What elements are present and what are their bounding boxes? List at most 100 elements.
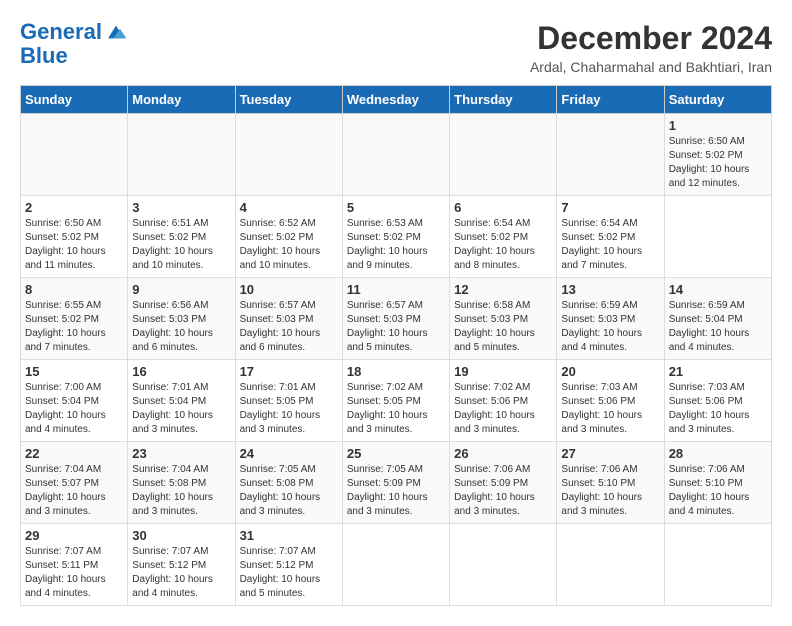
calendar-day-cell: 25 Sunrise: 7:05 AMSunset: 5:09 PMDaylig… <box>342 442 449 524</box>
calendar-day-cell: 27 Sunrise: 7:06 AMSunset: 5:10 PMDaylig… <box>557 442 664 524</box>
day-info: Sunrise: 6:54 AMSunset: 5:02 PMDaylight:… <box>454 217 552 273</box>
calendar-day-cell: 2 Sunrise: 6:50 AMSunset: 5:02 PMDayligh… <box>21 196 128 278</box>
day-info: Sunrise: 7:06 AMSunset: 5:10 PMDaylight:… <box>561 463 659 519</box>
day-info: Sunrise: 6:59 AMSunset: 5:04 PMDaylight:… <box>669 299 767 355</box>
calendar-day-cell: 24 Sunrise: 7:05 AMSunset: 5:08 PMDaylig… <box>235 442 342 524</box>
day-number: 22 <box>25 446 123 461</box>
calendar-header-row: SundayMondayTuesdayWednesdayThursdayFrid… <box>21 86 772 114</box>
calendar-week-row: 1 Sunrise: 6:50 AMSunset: 5:02 PMDayligh… <box>21 114 772 196</box>
logo: General Blue <box>20 20 128 68</box>
day-number: 9 <box>132 282 230 297</box>
calendar-week-row: 29 Sunrise: 7:07 AMSunset: 5:11 PMDaylig… <box>21 524 772 606</box>
day-info: Sunrise: 6:58 AMSunset: 5:03 PMDaylight:… <box>454 299 552 355</box>
day-number: 4 <box>240 200 338 215</box>
calendar-day-cell: 9 Sunrise: 6:56 AMSunset: 5:03 PMDayligh… <box>128 278 235 360</box>
day-info: Sunrise: 7:02 AMSunset: 5:05 PMDaylight:… <box>347 381 445 437</box>
day-info: Sunrise: 7:03 AMSunset: 5:06 PMDaylight:… <box>669 381 767 437</box>
day-number: 11 <box>347 282 445 297</box>
day-number: 2 <box>25 200 123 215</box>
calendar-day-cell: 13 Sunrise: 6:59 AMSunset: 5:03 PMDaylig… <box>557 278 664 360</box>
day-number: 14 <box>669 282 767 297</box>
day-info: Sunrise: 7:07 AMSunset: 5:12 PMDaylight:… <box>240 545 338 601</box>
day-of-week-header: Monday <box>128 86 235 114</box>
day-info: Sunrise: 6:50 AMSunset: 5:02 PMDaylight:… <box>669 135 767 191</box>
day-info: Sunrise: 7:04 AMSunset: 5:08 PMDaylight:… <box>132 463 230 519</box>
calendar-day-cell: 10 Sunrise: 6:57 AMSunset: 5:03 PMDaylig… <box>235 278 342 360</box>
empty-cell <box>664 524 771 606</box>
calendar-day-cell: 23 Sunrise: 7:04 AMSunset: 5:08 PMDaylig… <box>128 442 235 524</box>
empty-cell <box>235 114 342 196</box>
day-info: Sunrise: 7:07 AMSunset: 5:12 PMDaylight:… <box>132 545 230 601</box>
calendar-day-cell: 31 Sunrise: 7:07 AMSunset: 5:12 PMDaylig… <box>235 524 342 606</box>
day-number: 26 <box>454 446 552 461</box>
calendar-week-row: 8 Sunrise: 6:55 AMSunset: 5:02 PMDayligh… <box>21 278 772 360</box>
day-info: Sunrise: 6:53 AMSunset: 5:02 PMDaylight:… <box>347 217 445 273</box>
calendar-day-cell: 5 Sunrise: 6:53 AMSunset: 5:02 PMDayligh… <box>342 196 449 278</box>
day-number: 7 <box>561 200 659 215</box>
day-number: 13 <box>561 282 659 297</box>
calendar-day-cell: 7 Sunrise: 6:54 AMSunset: 5:02 PMDayligh… <box>557 196 664 278</box>
empty-cell <box>128 114 235 196</box>
calendar-day-cell: 15 Sunrise: 7:00 AMSunset: 5:04 PMDaylig… <box>21 360 128 442</box>
calendar-day-cell: 14 Sunrise: 6:59 AMSunset: 5:04 PMDaylig… <box>664 278 771 360</box>
day-number: 25 <box>347 446 445 461</box>
day-info: Sunrise: 6:50 AMSunset: 5:02 PMDaylight:… <box>25 217 123 273</box>
day-number: 18 <box>347 364 445 379</box>
day-number: 28 <box>669 446 767 461</box>
day-info: Sunrise: 6:55 AMSunset: 5:02 PMDaylight:… <box>25 299 123 355</box>
calendar-day-cell: 3 Sunrise: 6:51 AMSunset: 5:02 PMDayligh… <box>128 196 235 278</box>
page-header: General Blue December 2024 Ardal, Chahar… <box>20 20 772 75</box>
day-of-week-header: Sunday <box>21 86 128 114</box>
day-number: 31 <box>240 528 338 543</box>
day-number: 1 <box>669 118 767 133</box>
logo-icon <box>104 20 128 44</box>
calendar-day-cell: 21 Sunrise: 7:03 AMSunset: 5:06 PMDaylig… <box>664 360 771 442</box>
empty-cell <box>21 114 128 196</box>
calendar-day-cell: 29 Sunrise: 7:07 AMSunset: 5:11 PMDaylig… <box>21 524 128 606</box>
day-info: Sunrise: 7:07 AMSunset: 5:11 PMDaylight:… <box>25 545 123 601</box>
empty-cell <box>450 114 557 196</box>
calendar-day-cell: 4 Sunrise: 6:52 AMSunset: 5:02 PMDayligh… <box>235 196 342 278</box>
calendar-week-row: 2 Sunrise: 6:50 AMSunset: 5:02 PMDayligh… <box>21 196 772 278</box>
day-info: Sunrise: 6:52 AMSunset: 5:02 PMDaylight:… <box>240 217 338 273</box>
day-info: Sunrise: 6:56 AMSunset: 5:03 PMDaylight:… <box>132 299 230 355</box>
day-of-week-header: Thursday <box>450 86 557 114</box>
day-info: Sunrise: 7:05 AMSunset: 5:08 PMDaylight:… <box>240 463 338 519</box>
day-number: 29 <box>25 528 123 543</box>
empty-cell <box>664 196 771 278</box>
day-number: 8 <box>25 282 123 297</box>
logo-text-blue: Blue <box>20 44 128 68</box>
empty-cell <box>557 524 664 606</box>
day-info: Sunrise: 6:57 AMSunset: 5:03 PMDaylight:… <box>240 299 338 355</box>
calendar-day-cell: 6 Sunrise: 6:54 AMSunset: 5:02 PMDayligh… <box>450 196 557 278</box>
day-info: Sunrise: 7:03 AMSunset: 5:06 PMDaylight:… <box>561 381 659 437</box>
day-number: 20 <box>561 364 659 379</box>
title-block: December 2024 Ardal, Chaharmahal and Bak… <box>530 20 772 75</box>
day-info: Sunrise: 6:51 AMSunset: 5:02 PMDaylight:… <box>132 217 230 273</box>
day-number: 23 <box>132 446 230 461</box>
calendar-day-cell: 18 Sunrise: 7:02 AMSunset: 5:05 PMDaylig… <box>342 360 449 442</box>
day-of-week-header: Saturday <box>664 86 771 114</box>
day-of-week-header: Tuesday <box>235 86 342 114</box>
day-info: Sunrise: 7:01 AMSunset: 5:04 PMDaylight:… <box>132 381 230 437</box>
calendar-day-cell: 17 Sunrise: 7:01 AMSunset: 5:05 PMDaylig… <box>235 360 342 442</box>
day-info: Sunrise: 7:00 AMSunset: 5:04 PMDaylight:… <box>25 381 123 437</box>
day-number: 5 <box>347 200 445 215</box>
day-number: 12 <box>454 282 552 297</box>
day-number: 24 <box>240 446 338 461</box>
calendar-day-cell: 11 Sunrise: 6:57 AMSunset: 5:03 PMDaylig… <box>342 278 449 360</box>
day-info: Sunrise: 7:06 AMSunset: 5:10 PMDaylight:… <box>669 463 767 519</box>
location-title: Ardal, Chaharmahal and Bakhtiari, Iran <box>530 59 772 75</box>
day-number: 16 <box>132 364 230 379</box>
logo-text: General <box>20 20 102 44</box>
day-info: Sunrise: 6:57 AMSunset: 5:03 PMDaylight:… <box>347 299 445 355</box>
day-number: 21 <box>669 364 767 379</box>
day-number: 3 <box>132 200 230 215</box>
day-info: Sunrise: 7:05 AMSunset: 5:09 PMDaylight:… <box>347 463 445 519</box>
calendar-day-cell: 26 Sunrise: 7:06 AMSunset: 5:09 PMDaylig… <box>450 442 557 524</box>
day-number: 15 <box>25 364 123 379</box>
day-number: 19 <box>454 364 552 379</box>
calendar-day-cell: 30 Sunrise: 7:07 AMSunset: 5:12 PMDaylig… <box>128 524 235 606</box>
day-number: 27 <box>561 446 659 461</box>
empty-cell <box>342 114 449 196</box>
